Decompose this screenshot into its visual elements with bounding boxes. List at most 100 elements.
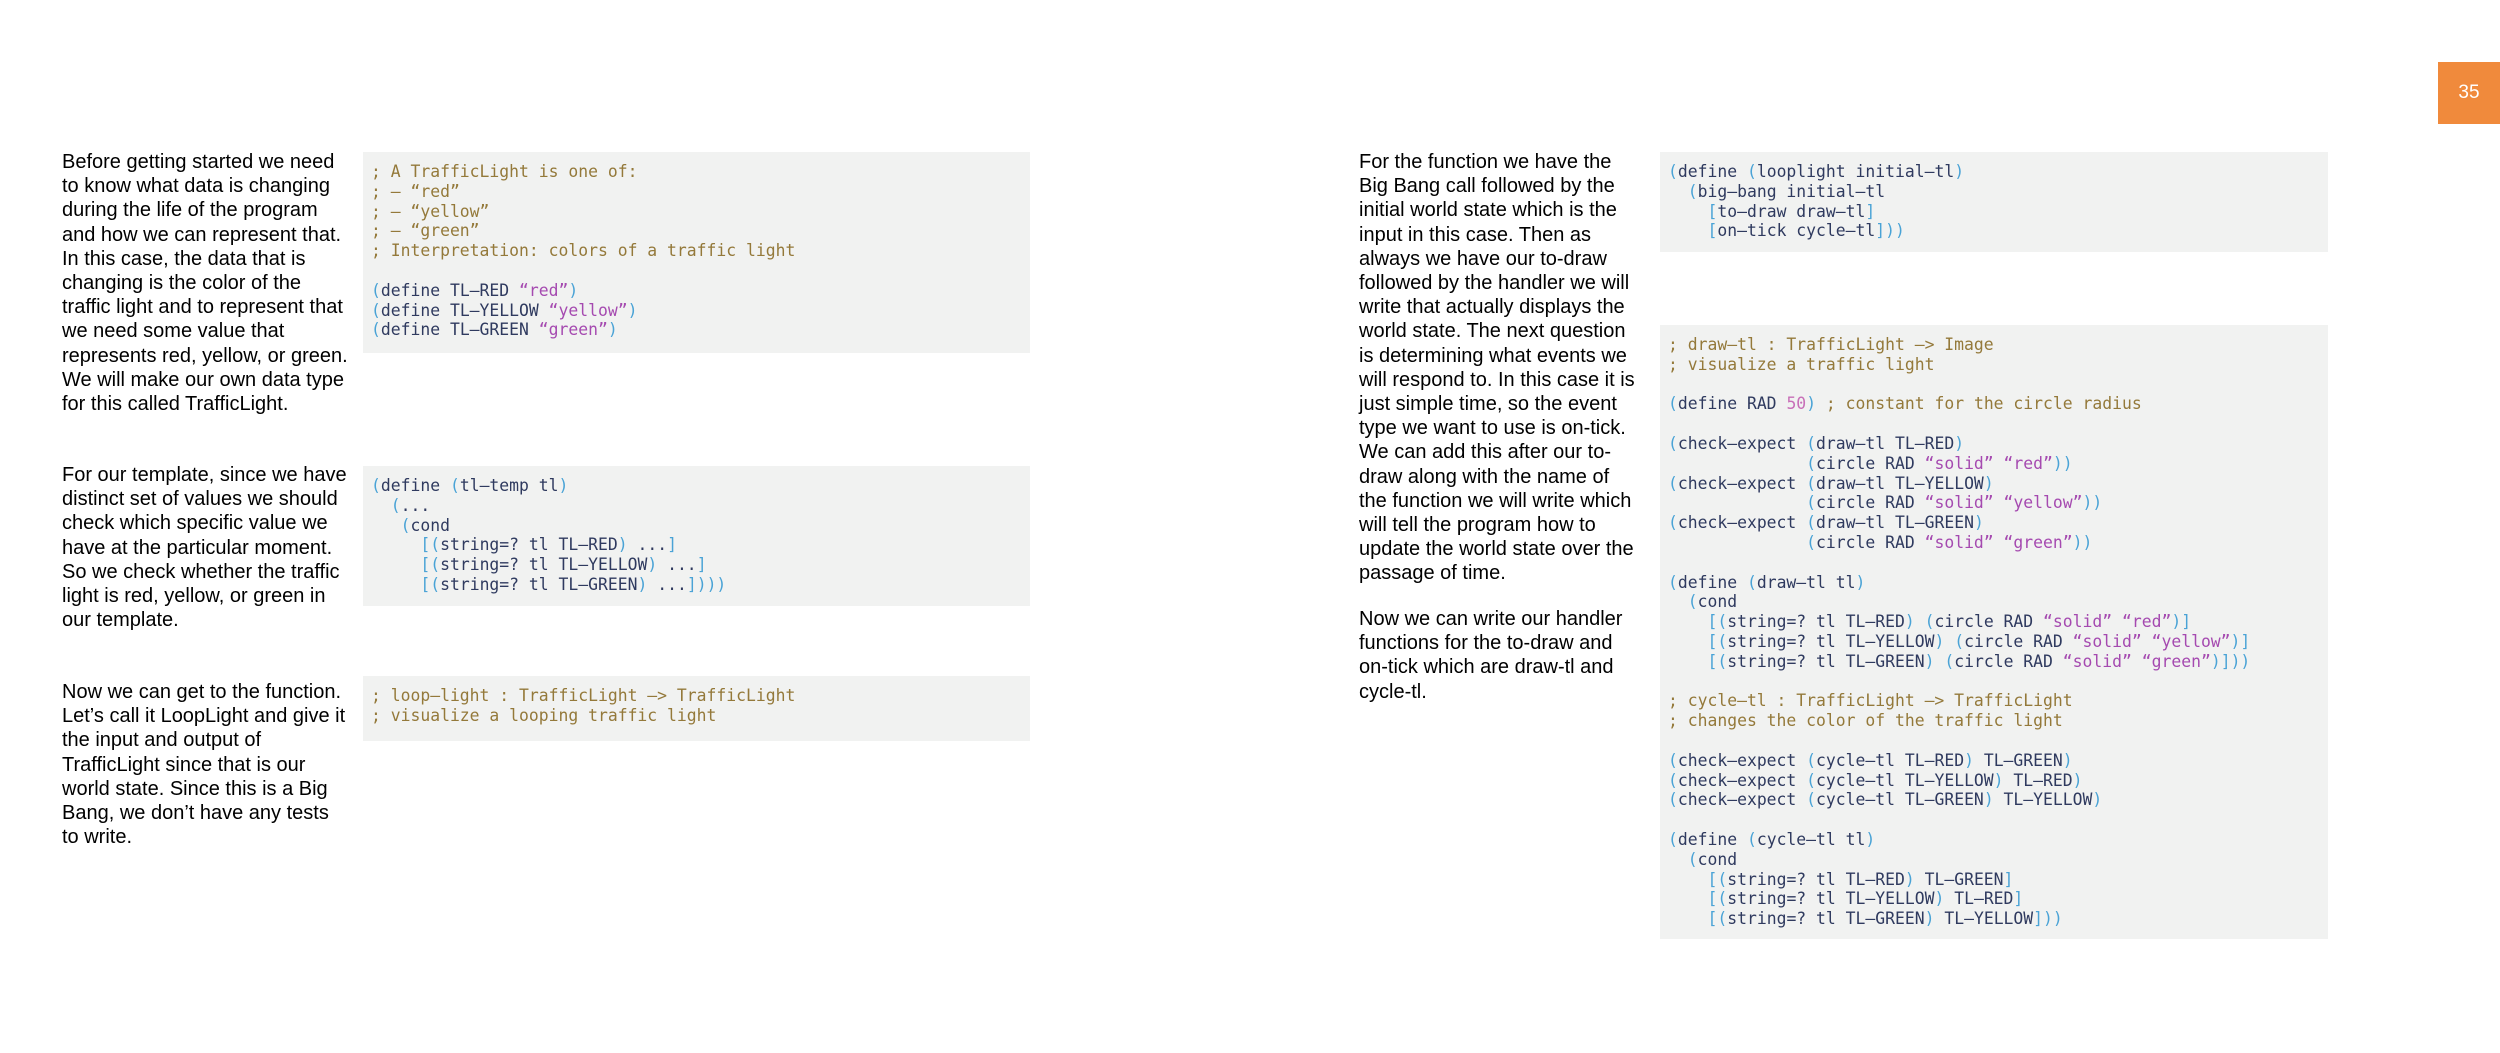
code-line: ; draw–tl : TrafficLight –> Image — [1668, 335, 2320, 355]
code-token: ( — [1954, 631, 1965, 651]
code-token: ( — [1806, 532, 1817, 552]
code-token: string=? tl TL–GREEN — [1727, 909, 1925, 929]
code-token: draw–tl TL–GREEN — [1816, 513, 1974, 533]
code-line: (circle RAD “solid” “green”)) — [1668, 533, 2320, 553]
code-token: circle RAD — [1816, 532, 1925, 552]
code-token: TL–RED — [2003, 770, 2073, 790]
code-token: ... — [400, 495, 431, 515]
code-token: ) — [1865, 829, 1876, 849]
code-line: (define TL–YELLOW “yellow”) — [371, 301, 1022, 321]
code-token: ; draw–tl : TrafficLight –> Image — [1668, 335, 1994, 354]
code-token: ) — [1993, 770, 2004, 790]
code-token: [( — [420, 535, 441, 555]
code-block-signature: ; loop–light : TrafficLight –> TrafficLi… — [363, 676, 1030, 741]
code-token: )] — [2230, 631, 2251, 651]
code-token: ( — [1806, 770, 1817, 790]
code-line: ; visualize a looping traffic light — [371, 706, 1022, 726]
code-token: ] — [696, 555, 707, 575]
code-token: TL–RED — [1944, 889, 2014, 909]
code-token: ) — [1954, 433, 1965, 453]
code-token: ; visualize a traffic light — [1668, 354, 1935, 374]
code-token: ])) — [1875, 221, 1905, 241]
code-token: 50 — [1786, 394, 1807, 414]
code-token: ; visualize a looping traffic light — [371, 705, 717, 725]
code-token: ( — [1806, 513, 1817, 533]
code-token: ( — [1806, 433, 1817, 453]
code-token: circle RAD — [1816, 493, 1925, 513]
code-token: ; Interpretation: colors of a traffic li… — [371, 241, 796, 261]
code-token: ( — [1746, 572, 1757, 592]
code-token: ( — [1806, 453, 1817, 473]
code-token: ; – “red” — [371, 181, 460, 201]
code-token: ( — [1687, 181, 1698, 201]
code-line: (check–expect (draw–tl TL–YELLOW) — [1668, 474, 2320, 494]
code-token: ( — [400, 515, 411, 535]
code-token: ) — [647, 555, 658, 575]
code-line: ; A TrafficLight is one of: — [371, 162, 1022, 182]
code-token: string=? tl TL–YELLOW — [440, 555, 648, 575]
code-token: [( — [420, 555, 441, 575]
code-line: (check–expect (cycle–tl TL–GREEN) TL–YEL… — [1668, 790, 2320, 810]
code-line: ; – “yellow” — [371, 202, 1022, 222]
code-token: ( — [1687, 592, 1698, 612]
code-token: ; cycle–tl : TrafficLight –> TrafficLigh… — [1668, 691, 2073, 711]
code-line: [(string=? tl TL–RED) (circle RAD “solid… — [1668, 612, 2320, 632]
code-token: ( — [1668, 790, 1678, 810]
code-line: [to–draw draw–tl] — [1668, 202, 2320, 222]
code-token: draw–tl tl — [1756, 572, 1856, 592]
code-token: ) — [2092, 790, 2103, 810]
code-token: ( — [371, 300, 381, 320]
code-token: ( — [1746, 162, 1757, 181]
code-token: ) — [637, 574, 648, 594]
paragraph-data-definition: Before getting started we need to know w… — [62, 151, 348, 416]
code-token: ( — [1806, 750, 1817, 770]
code-block-template: (define (tl–temp tl) (... (cond [(string… — [363, 466, 1030, 606]
code-token: “solid” “yellow” — [2072, 631, 2231, 651]
code-token: ) — [1924, 651, 1935, 671]
code-token: “solid” “green” — [2062, 651, 2211, 671]
code-line: [(string=? tl TL–GREEN) ...]))) — [371, 575, 1022, 595]
code-token: [( — [1707, 869, 1728, 889]
code-line: (define (cycle–tl tl) — [1668, 830, 2320, 850]
code-token: TL–GREEN — [1973, 750, 2063, 770]
code-token: ( — [371, 320, 381, 340]
code-token: cycle–tl TL–YELLOW — [1816, 770, 1994, 790]
code-token: “red” — [519, 280, 569, 300]
code-token: string=? tl TL–YELLOW — [1727, 889, 1935, 909]
code-token: cycle–tl tl — [1756, 829, 1866, 849]
code-token: ) — [627, 300, 638, 320]
code-line: ; Interpretation: colors of a traffic li… — [371, 241, 1022, 261]
code-token: “yellow” — [548, 300, 628, 320]
code-block-handlers: ; draw–tl : TrafficLight –> Image; visua… — [1660, 325, 2328, 939]
code-line: (cond — [1668, 592, 2320, 612]
code-token: ] — [2013, 889, 2024, 909]
paragraph-template: For our template, since we have distinct… — [62, 464, 347, 632]
code-token: ) — [2072, 770, 2083, 790]
code-token: “solid” “green” — [1924, 532, 2073, 552]
code-line: ; changes the color of the traffic light — [1668, 711, 2320, 731]
code-token: [ — [1707, 201, 1718, 221]
code-line: [(string=? tl TL–GREEN) TL–YELLOW])) — [1668, 909, 2320, 929]
code-token: )) — [2052, 453, 2073, 473]
code-line: (define (tl–temp tl) — [371, 476, 1022, 496]
code-line: ; visualize a traffic light — [1668, 355, 2320, 375]
code-token: draw–tl TL–RED — [1816, 433, 1955, 453]
code-line: (define TL–GREEN “green”) — [371, 320, 1022, 340]
code-token: ( — [1806, 473, 1817, 493]
code-token: cond — [1697, 592, 1738, 612]
code-token: circle RAD — [1954, 651, 2063, 671]
code-token: )] — [2171, 612, 2192, 632]
code-token: check–expect — [1677, 513, 1807, 533]
code-token: ( — [449, 476, 460, 495]
